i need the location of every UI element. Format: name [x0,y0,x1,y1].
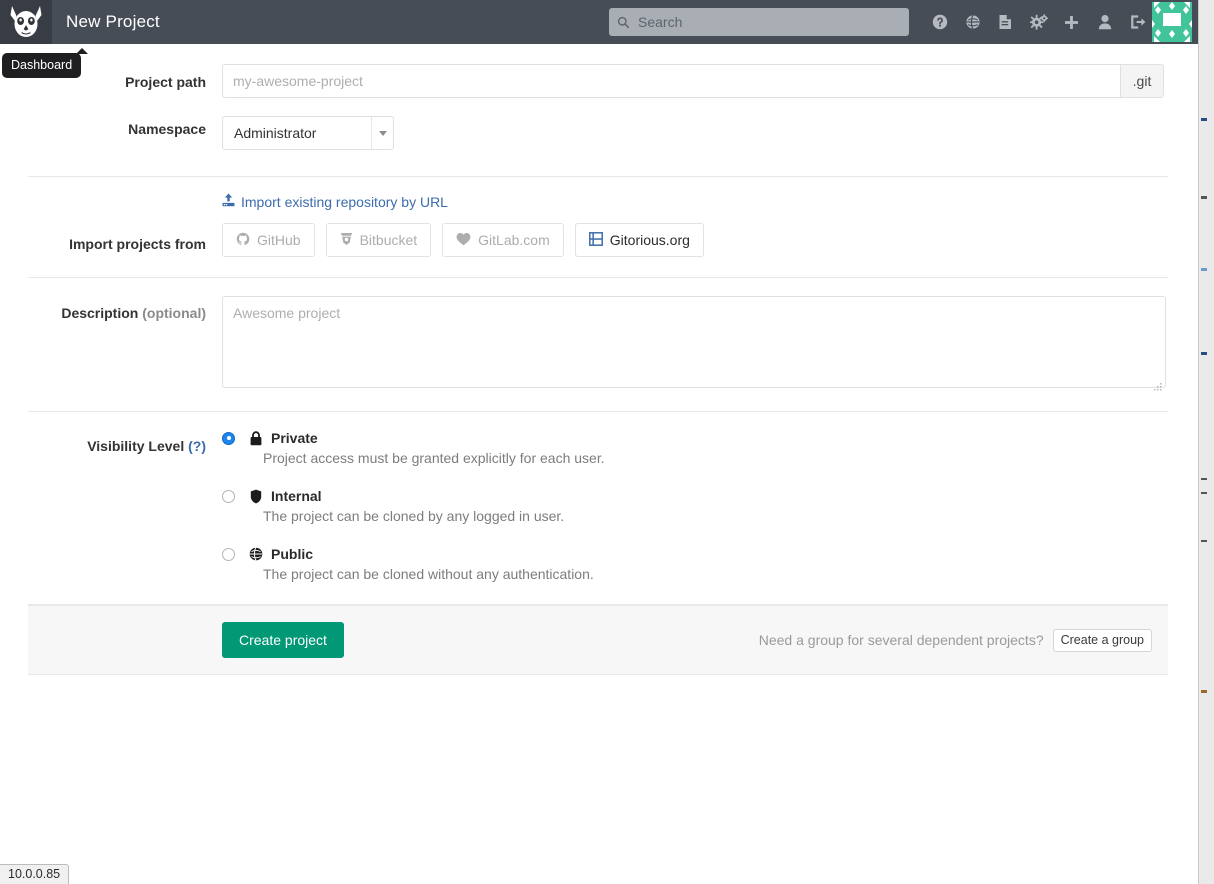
visibility-private-description: Project access must be granted explicitl… [263,450,1168,466]
namespace-control: Administrator [222,112,1168,176]
namespace-row: Namespace Administrator [28,112,1168,177]
search-input[interactable] [636,13,901,31]
chevron-down-icon [371,117,393,149]
visibility-option-internal-head: Internal [222,488,1168,504]
namespace-label: Namespace [28,112,222,164]
radio-public[interactable] [222,548,235,561]
import-gitorious-label: Gitorious.org [610,232,690,248]
description-label-optional: (optional) [142,305,206,321]
visibility-public-name: Public [271,546,313,562]
status-bar: 10.0.0.85 [0,864,69,884]
gitlab-tanuki-logo-icon [6,5,46,39]
group-note-text: Need a group for several dependent proje… [759,632,1044,648]
bg-mark [1201,690,1207,693]
upload-icon [222,193,235,210]
radio-private[interactable] [222,432,235,445]
import-github-button[interactable]: GitHub [222,223,315,257]
globe-icon [248,547,264,561]
import-gitlabcom-button[interactable]: GitLab.com [442,223,564,257]
bg-mark [1201,352,1207,355]
description-textarea-wrap [222,296,1166,393]
import-row: Import projects from Import existing rep… [28,177,1168,278]
visibility-option-public-head: Public [222,546,1168,562]
bg-mark [1201,478,1207,480]
import-by-url-link[interactable]: Import existing repository by URL [222,193,448,210]
project-path-input-group: .git [222,64,1164,98]
visibility-internal-description: The project can be cloned by any logged … [263,508,1168,524]
gitlab-logo-button[interactable] [0,0,52,44]
help-icon[interactable] [923,0,956,44]
logout-icon[interactable] [1121,0,1154,44]
top-navbar: New Project [0,0,1198,44]
namespace-select[interactable]: Administrator [222,116,394,150]
import-github-label: GitHub [257,232,301,248]
github-icon [236,232,250,249]
visibility-option-private-head: Private [222,430,1168,446]
description-label-text: Description [61,305,138,321]
bg-mark [1201,492,1207,494]
footer-group-area: Need a group for several dependent proje… [759,629,1168,652]
project-path-control: .git [222,44,1168,112]
description-row: Description (optional) [28,278,1168,412]
namespace-selected-value: Administrator [234,117,316,150]
visibility-public-description: The project can be cloned without any au… [263,566,1168,582]
visibility-row: Visibility Level (?) Private [28,412,1168,605]
import-gitorious-button[interactable]: Gitorious.org [575,223,704,257]
new-project-form: Project path .git Namespace Administrato… [28,44,1168,675]
create-project-button[interactable]: Create project [222,622,344,658]
screen-root: New Project [0,0,1214,884]
form-footer: Create project Need a group for several … [28,605,1168,675]
visibility-option-private[interactable]: Private Project access must be granted e… [222,430,1168,466]
lock-icon [248,431,264,446]
radio-internal[interactable] [222,490,235,503]
bg-mark [1201,268,1207,271]
import-bitbucket-label: Bitbucket [360,232,418,248]
gitorious-icon [589,232,603,249]
import-projects-label: Import projects from [28,177,222,273]
dashboard-tooltip: Dashboard [2,53,81,78]
visibility-internal-name: Internal [271,488,322,504]
import-by-url-text: Import existing repository by URL [241,194,448,210]
search-icon [617,16,630,29]
profile-user-icon[interactable] [1088,0,1121,44]
bg-mark [1201,196,1207,199]
create-a-group-button[interactable]: Create a group [1053,629,1152,652]
admin-gears-icon[interactable] [1022,0,1055,44]
visibility-private-name: Private [271,430,318,446]
project-path-row: Project path .git [28,44,1168,112]
bg-mark [1201,118,1207,121]
user-avatar-identicon[interactable] [1152,2,1192,42]
bitbucket-icon [340,232,353,249]
visibility-level-label-text: Visibility Level [87,438,184,454]
import-buttons-group: GitHub Bitbucket [222,223,704,257]
import-gitlabcom-label: GitLab.com [478,232,550,248]
bg-mark [1201,540,1207,542]
globe-public-icon[interactable] [956,0,989,44]
visibility-option-public[interactable]: Public The project can be cloned without… [222,546,1168,582]
description-textarea[interactable] [222,296,1166,388]
visibility-option-internal[interactable]: Internal The project can be cloned by an… [222,488,1168,524]
visibility-help-icon[interactable]: (?) [188,438,206,454]
visibility-options: Private Project access must be granted e… [222,412,1168,604]
background-window-strip [1198,0,1214,884]
description-label: Description (optional) [28,278,222,340]
description-control [222,278,1168,411]
page-title: New Project [66,0,160,44]
snippets-icon[interactable] [989,0,1022,44]
search-box[interactable] [609,8,909,36]
navbar-icon-group [923,0,1154,44]
project-path-input[interactable] [222,64,1120,98]
visibility-level-label: Visibility Level (?) [28,412,222,477]
shield-icon [248,489,264,504]
import-control: Import existing repository by URL GitHub [222,177,1168,277]
git-suffix-label: .git [1120,64,1164,98]
import-bitbucket-button[interactable]: Bitbucket [326,223,432,257]
new-plus-icon[interactable] [1055,0,1088,44]
import-buttons-row: GitHub Bitbucket [222,223,1168,257]
gitlab-heart-icon [456,232,471,249]
